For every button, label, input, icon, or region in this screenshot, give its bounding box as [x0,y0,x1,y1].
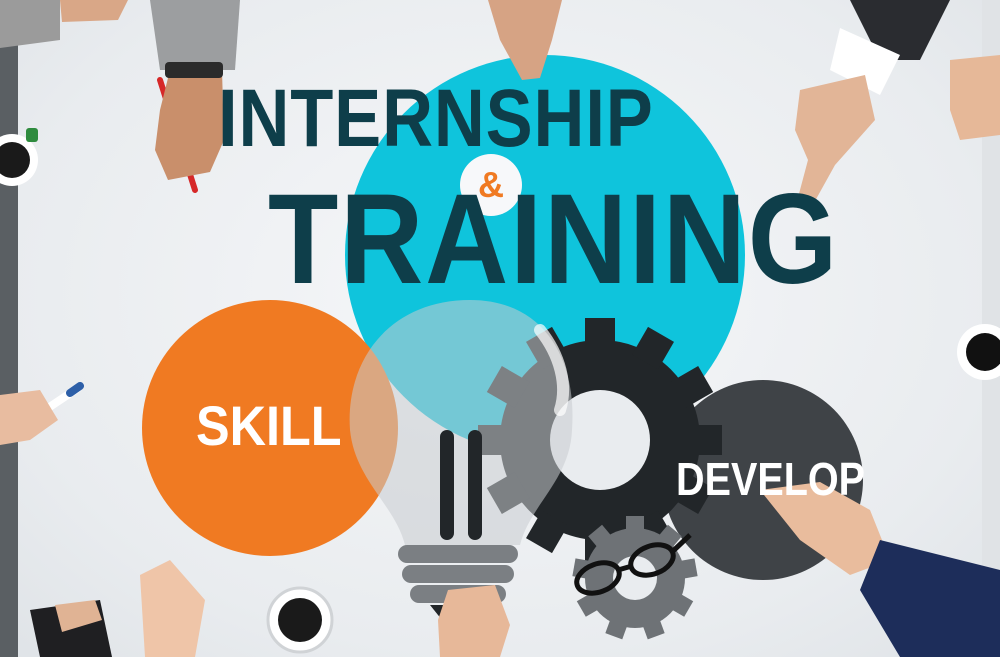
coffee-cup-right-icon [957,324,1000,380]
small-gear-icon [572,516,698,640]
lightbulb-icon [349,300,573,625]
illustration-canvas: INTERNSHIP & TRAINING SKILL DEVELOP [0,0,1000,657]
illustration-graphics [0,0,1000,657]
table-edge-left [0,0,18,657]
coffee-cup-left-icon [0,128,38,186]
coffee-cup-icon [266,586,334,654]
